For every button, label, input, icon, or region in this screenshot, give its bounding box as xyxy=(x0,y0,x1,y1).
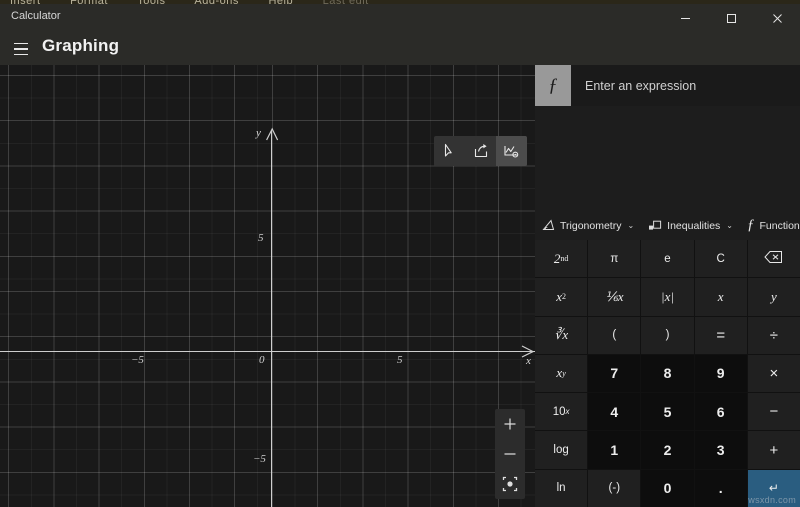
reset-view-button[interactable] xyxy=(495,469,525,499)
graph-canvas[interactable]: x y −5 0 5 5 −5 xyxy=(0,65,535,507)
inequality-icon xyxy=(648,219,662,232)
recenter-icon xyxy=(502,476,518,492)
category-functions-label: Function xyxy=(760,220,800,232)
share-tool-button[interactable] xyxy=(465,136,496,166)
y-tick-label-neg5: −5 xyxy=(253,453,266,465)
category-trigonometry[interactable]: Trigonometry ⌄ xyxy=(535,211,641,240)
x-axis-line xyxy=(0,351,535,352)
one-key[interactable]: 1 xyxy=(588,431,640,468)
minimize-button[interactable] xyxy=(662,4,708,32)
equation-side-panel: ƒ Trigonometry ⌄ xyxy=(535,65,800,507)
keypad: 2nd π e C x2 ⅙x |x| x xyxy=(535,240,800,507)
y-axis-line xyxy=(271,131,272,507)
graph-settings-icon xyxy=(503,143,520,160)
variable-y-key[interactable]: y xyxy=(748,278,800,315)
zoom-out-button[interactable] xyxy=(495,439,525,469)
divide-key[interactable]: ÷ xyxy=(748,317,800,354)
absolute-value-key[interactable]: |x| xyxy=(641,278,693,315)
function-category-tabs: Trigonometry ⌄ Inequalities ⌄ ƒ Func xyxy=(535,211,800,240)
decimal-key[interactable]: . xyxy=(695,470,747,507)
share-icon xyxy=(473,143,489,159)
ten-power-x-key-label: 10 xyxy=(553,406,566,418)
app-header: Graphing xyxy=(0,32,800,65)
title-bar: Calculator xyxy=(0,4,800,32)
backspace-key[interactable] xyxy=(748,240,800,277)
open-paren-key[interactable]: ( xyxy=(588,317,640,354)
triangle-icon xyxy=(542,219,555,232)
y-tick-label-5: 5 xyxy=(258,232,264,244)
reciprocal-key[interactable]: ⅙x xyxy=(588,278,640,315)
zoom-in-button[interactable] xyxy=(495,409,525,439)
expression-input[interactable] xyxy=(571,65,800,106)
close-button[interactable] xyxy=(754,4,800,32)
category-functions[interactable]: ƒ Function xyxy=(740,211,800,240)
plus-icon xyxy=(503,417,517,431)
x-squared-key[interactable]: x2 xyxy=(535,278,587,315)
second-key[interactable]: 2nd xyxy=(535,240,587,277)
chevron-down-icon: ⌄ xyxy=(627,221,634,230)
x-tick-label-5: 5 xyxy=(397,354,403,366)
calculator-window: Calculator Graphing xyxy=(0,4,800,507)
cube-root-key[interactable]: ∛x xyxy=(535,317,587,354)
clear-key[interactable]: C xyxy=(695,240,747,277)
x-power-y-key-sup: y xyxy=(562,369,566,378)
hamburger-menu-icon[interactable] xyxy=(8,36,34,62)
x-axis-label: x xyxy=(526,355,531,367)
expression-list xyxy=(535,106,800,211)
zero-key[interactable]: 0 xyxy=(641,470,693,507)
chevron-down-icon: ⌄ xyxy=(726,221,733,230)
minus-icon xyxy=(503,447,517,461)
equals-key[interactable]: = xyxy=(695,317,747,354)
expression-row: ƒ xyxy=(535,65,800,106)
graph-settings-tool-button[interactable] xyxy=(496,136,527,166)
graph-toolbar xyxy=(434,136,527,166)
second-key-sup: nd xyxy=(560,254,568,263)
five-key[interactable]: 5 xyxy=(641,393,693,430)
zoom-controls xyxy=(495,409,525,499)
function-type-button[interactable]: ƒ xyxy=(535,65,571,106)
x-squared-key-sup: 2 xyxy=(562,292,566,301)
euler-key[interactable]: e xyxy=(641,240,693,277)
add-key[interactable]: + xyxy=(748,431,800,468)
pointer-tool-button[interactable] xyxy=(434,136,465,166)
y-axis-arrow-icon xyxy=(264,127,280,143)
four-key[interactable]: 4 xyxy=(588,393,640,430)
cursor-icon xyxy=(442,143,458,159)
log-key[interactable]: log xyxy=(535,431,587,468)
fx-icon: ƒ xyxy=(747,218,755,233)
three-key[interactable]: 3 xyxy=(695,431,747,468)
category-inequalities[interactable]: Inequalities ⌄ xyxy=(641,211,740,240)
six-key[interactable]: 6 xyxy=(695,393,747,430)
page-title: Graphing xyxy=(42,36,119,56)
window-controls xyxy=(662,4,800,32)
ten-power-x-key-sup: x xyxy=(565,407,569,416)
backspace-icon xyxy=(764,250,783,267)
enter-key[interactable]: ↵ xyxy=(748,470,800,507)
category-inequalities-label: Inequalities xyxy=(667,220,720,232)
two-key[interactable]: 2 xyxy=(641,431,693,468)
multiply-key[interactable]: × xyxy=(748,355,800,392)
nine-key[interactable]: 9 xyxy=(695,355,747,392)
eight-key[interactable]: 8 xyxy=(641,355,693,392)
variable-x-key[interactable]: x xyxy=(695,278,747,315)
seven-key[interactable]: 7 xyxy=(588,355,640,392)
category-trigonometry-label: Trigonometry xyxy=(560,220,621,232)
x-power-y-key[interactable]: xy xyxy=(535,355,587,392)
x-tick-label-0: 0 xyxy=(259,354,265,366)
close-paren-key[interactable]: ) xyxy=(641,317,693,354)
pi-key[interactable]: π xyxy=(588,240,640,277)
ln-key[interactable]: ln xyxy=(535,470,587,507)
subtract-key[interactable]: − xyxy=(748,393,800,430)
maximize-button[interactable] xyxy=(708,4,754,32)
negate-key[interactable]: (-) xyxy=(588,470,640,507)
y-axis-label: y xyxy=(256,127,261,139)
calculator-app: Insert Format Tools Add-ons Help Last ed… xyxy=(0,0,800,507)
ten-power-x-key[interactable]: 10x xyxy=(535,393,587,430)
app-title: Calculator xyxy=(11,10,61,22)
x-tick-label-neg5: −5 xyxy=(131,354,144,366)
